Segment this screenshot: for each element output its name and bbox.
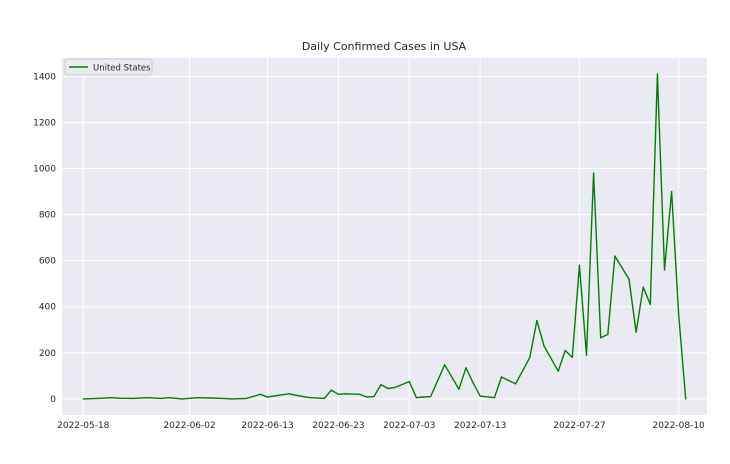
data-point bbox=[614, 255, 616, 257]
data-point bbox=[685, 398, 687, 400]
data-point bbox=[323, 397, 325, 400]
x-tick-label: 2022-07-03 bbox=[383, 421, 435, 431]
x-tick-label: 2022-07-13 bbox=[454, 421, 506, 431]
legend: United States bbox=[64, 58, 153, 76]
data-point bbox=[96, 397, 99, 400]
data-point bbox=[273, 395, 276, 397]
y-tick-label: 800 bbox=[39, 211, 56, 221]
data-point bbox=[380, 383, 382, 386]
y-tick-label: 1400 bbox=[33, 72, 56, 82]
data-point bbox=[642, 286, 644, 288]
data-point bbox=[330, 389, 332, 391]
data-point bbox=[366, 396, 368, 398]
x-tick-label: 2022-08-10 bbox=[652, 421, 705, 431]
x-tick-label: 2022-06-02 bbox=[163, 421, 215, 431]
data-point bbox=[344, 393, 347, 395]
data-point bbox=[578, 264, 581, 266]
data-point bbox=[429, 395, 432, 398]
y-tick-label: 1000 bbox=[33, 165, 56, 175]
data-point bbox=[373, 395, 375, 398]
data-point bbox=[231, 398, 233, 400]
data-point bbox=[628, 278, 630, 280]
data-point bbox=[656, 73, 659, 75]
data-point bbox=[408, 380, 410, 383]
data-point bbox=[118, 397, 120, 399]
chart: Daily Confirmed Cases in USA 0 200 400 600 8… bbox=[0, 0, 730, 460]
data-point bbox=[557, 370, 559, 372]
y-tick-label: 0 bbox=[50, 395, 56, 405]
data-point bbox=[472, 382, 474, 384]
data-point bbox=[387, 387, 389, 390]
data-point bbox=[564, 349, 566, 352]
data-point bbox=[543, 345, 545, 347]
x-tick-label: 2022-05-18 bbox=[57, 421, 110, 431]
data-point bbox=[110, 397, 113, 399]
data-point bbox=[607, 333, 609, 336]
y-tick-label: 200 bbox=[39, 349, 56, 359]
data-point bbox=[210, 397, 212, 399]
y-tick-label: 400 bbox=[39, 303, 56, 313]
line-chart: Daily Confirmed Cases in USA 0 200 400 600 8… bbox=[33, 40, 707, 431]
legend-label: United States bbox=[93, 64, 151, 74]
data-point bbox=[444, 364, 446, 366]
x-tick-label: 2022-06-23 bbox=[312, 421, 364, 431]
chart-title: Daily Confirmed Cases in USA bbox=[302, 40, 467, 53]
data-point bbox=[309, 397, 311, 399]
data-point bbox=[635, 331, 637, 333]
data-point bbox=[245, 397, 247, 400]
data-point bbox=[670, 190, 673, 193]
data-point bbox=[663, 269, 666, 271]
data-point bbox=[493, 397, 496, 399]
data-point bbox=[394, 386, 396, 389]
data-point bbox=[259, 393, 262, 395]
y-tick-label: 600 bbox=[39, 257, 56, 267]
data-point bbox=[82, 398, 85, 400]
y-axis-ticks: 0 200 400 600 800 1000 1200 1400 bbox=[33, 72, 56, 404]
x-tick-label: 2022-06-13 bbox=[241, 421, 293, 431]
data-point bbox=[196, 397, 198, 399]
data-point bbox=[514, 383, 517, 385]
data-point bbox=[181, 398, 184, 400]
data-point bbox=[649, 303, 651, 306]
data-point bbox=[529, 356, 531, 359]
data-point bbox=[458, 388, 460, 390]
x-axis-ticks: 2022-05-18 2022-06-02 2022-06-13 2022-06-23… bbox=[57, 421, 705, 431]
data-point bbox=[600, 337, 602, 339]
plot-area bbox=[62, 58, 707, 415]
data-point bbox=[160, 397, 162, 400]
data-point bbox=[167, 397, 169, 399]
data-point bbox=[288, 393, 290, 395]
data-point bbox=[266, 396, 269, 398]
data-point bbox=[132, 397, 134, 400]
data-point bbox=[302, 395, 304, 398]
data-point bbox=[536, 319, 538, 322]
data-point bbox=[592, 172, 595, 174]
data-point bbox=[146, 397, 148, 399]
data-point bbox=[422, 396, 425, 398]
y-tick-label: 1200 bbox=[33, 118, 56, 128]
data-point bbox=[415, 397, 418, 399]
data-point bbox=[359, 393, 361, 395]
data-point bbox=[217, 397, 219, 399]
data-point bbox=[500, 376, 503, 378]
data-point bbox=[585, 354, 588, 356]
data-point bbox=[479, 395, 481, 397]
data-point bbox=[465, 367, 467, 369]
data-point bbox=[677, 313, 680, 315]
data-point bbox=[337, 393, 340, 395]
data-point bbox=[571, 356, 573, 359]
x-tick-label: 2022-07-27 bbox=[553, 421, 605, 431]
